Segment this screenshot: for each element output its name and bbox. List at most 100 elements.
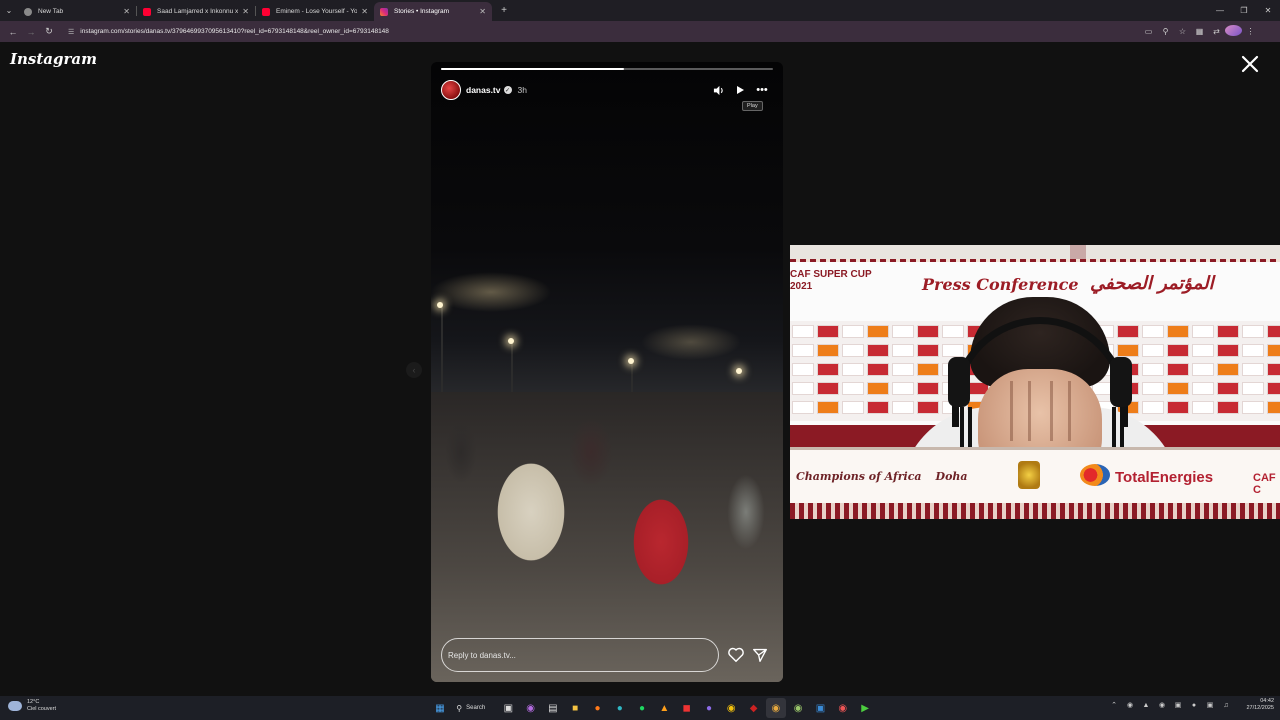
reply-input[interactable] — [441, 638, 719, 672]
tab-instagram-stories[interactable]: Stories • Instagram ✕ — [374, 2, 492, 21]
tab-search-icon[interactable]: ⌄ — [0, 0, 18, 21]
instagram-icon — [380, 7, 388, 16]
instagram-logo[interactable]: Instagram — [10, 50, 97, 68]
reply-field[interactable] — [448, 650, 718, 660]
sponsor-logo — [842, 382, 864, 395]
play-tooltip: Play — [742, 101, 763, 111]
close-tab-icon[interactable]: ✕ — [242, 7, 249, 16]
extensions-icon[interactable]: ▦ — [1191, 27, 1208, 36]
app-icon[interactable]: ◉ — [521, 698, 541, 718]
app-icon[interactable]: ◉ — [788, 698, 808, 718]
clock[interactable]: 04:42 27/12/2025 — [1240, 698, 1274, 712]
app-icon[interactable]: ▣ — [810, 698, 830, 718]
profile-avatar[interactable] — [1225, 25, 1242, 38]
sponsor-logo — [1192, 325, 1214, 338]
finger-line — [1028, 381, 1031, 441]
reload-icon[interactable]: ↻ — [40, 23, 58, 41]
app-icon[interactable]: ◉ — [833, 698, 853, 718]
sponsor-logo — [1267, 325, 1280, 338]
story-username[interactable]: danas.tv — [466, 85, 501, 95]
menu-kebab-icon[interactable]: ⋮ — [1242, 27, 1259, 36]
temperature: 12°C — [27, 699, 40, 705]
close-tab-icon[interactable]: ✕ — [479, 7, 486, 16]
sponsor-logo — [792, 363, 814, 376]
avatar[interactable] — [441, 80, 461, 100]
share-send-icon[interactable] — [751, 646, 769, 664]
press-conference-video[interactable]: CAF SUPER CUP 2021 Press Conference المؤ… — [790, 245, 1280, 519]
search-label: Search — [466, 705, 486, 711]
taskbar-search[interactable]: ⚲ Search — [452, 700, 494, 716]
like-heart-icon[interactable] — [727, 646, 745, 664]
downloads-icon[interactable]: ⇄ — [1208, 27, 1225, 36]
sponsor-logo — [1242, 344, 1264, 357]
close-tab-icon[interactable]: ✕ — [123, 7, 130, 16]
zoom-icon[interactable]: ⚲ — [1157, 27, 1174, 36]
sponsor-logo — [1192, 344, 1214, 357]
spotify-icon[interactable]: ● — [632, 698, 652, 718]
cast-icon[interactable]: ▭ — [1140, 27, 1157, 36]
app-icon[interactable]: ● — [699, 698, 719, 718]
minimize-icon[interactable]: — — [1208, 6, 1232, 15]
app-icon[interactable]: ▶ — [855, 698, 875, 718]
tray-app-icon[interactable]: ▲ — [1138, 702, 1154, 709]
edge-icon[interactable]: ● — [610, 698, 630, 718]
weather-condition: Ciel couvert — [27, 706, 57, 712]
tab-saad-lamjarred[interactable]: Saad Lamjarred x Inkonnu x Af… ✕ — [137, 2, 255, 21]
tray-app-icon[interactable]: ◉ — [1122, 701, 1138, 709]
chrome-icon[interactable]: ◉ — [721, 698, 741, 718]
chevron-up-icon[interactable]: ⌃ — [1106, 701, 1122, 709]
chrome-active-icon[interactable]: ◉ — [765, 698, 786, 718]
firefox-icon[interactable]: ● — [587, 698, 607, 718]
url-field[interactable]: ☰ instagram.com/stories/danas.tv/3796469… — [62, 24, 1134, 40]
sponsor-logo — [1217, 344, 1239, 357]
windows-taskbar: 12°C Ciel couvert ▦ ⚲ Search ▣ ◉ ▤ ■ ● ● … — [0, 696, 1280, 720]
microphone-icon[interactable]: ● — [1186, 702, 1202, 709]
champions-banner: Champions of Africa Doha — [796, 470, 968, 483]
forward-icon[interactable]: → — [22, 23, 40, 41]
super-cup-line2: 2021 — [790, 281, 813, 292]
tray-app-icon[interactable]: ◉ — [1154, 701, 1170, 709]
toolbar-right: ▭ ⚲ ☆ ▦ ⇄ ⋮ — [1140, 25, 1259, 38]
sponsor-logo — [817, 325, 839, 338]
volume-icon[interactable] — [707, 81, 729, 99]
file-explorer-icon[interactable]: ■ — [565, 698, 585, 718]
search-icon: ⚲ — [456, 703, 463, 713]
story-header: danas.tv ✓ 3h ••• — [441, 79, 773, 101]
tab-title: Eminem - Lose Yourself - YouTu… — [276, 8, 358, 15]
restore-icon[interactable]: ❐ — [1232, 6, 1256, 15]
taskbar-apps: ▦ ⚲ Search ▣ ◉ ▤ ■ ● ● ● ▲ ◼ ● ◉ ◆ ◉ ◉ ▣ … — [430, 698, 877, 718]
street-lamp — [508, 338, 514, 344]
tab-eminem[interactable]: Eminem - Lose Yourself - YouTu… ✕ — [256, 2, 374, 21]
app-icon[interactable]: ◼ — [677, 698, 697, 718]
previous-story-icon[interactable]: ‹ — [406, 362, 422, 378]
task-view-icon[interactable]: ▣ — [498, 698, 518, 718]
back-icon[interactable]: ← — [4, 23, 22, 41]
app-icon[interactable]: ◆ — [744, 698, 764, 718]
weather-widget[interactable]: 12°C Ciel couvert — [8, 699, 56, 713]
story-viewer[interactable]: danas.tv ✓ 3h ••• — [431, 62, 783, 682]
new-tab-button[interactable]: + — [496, 3, 512, 19]
sponsor-logo — [867, 325, 889, 338]
windows-start-icon[interactable]: ▦ — [430, 698, 450, 718]
network-icon[interactable]: ▣ — [1202, 701, 1218, 709]
tray-app-icon[interactable]: ▣ — [1170, 701, 1186, 709]
sponsor-logo — [1267, 363, 1280, 376]
volume-tray-icon[interactable]: ♫ — [1218, 702, 1234, 709]
totalenergies-logo — [1080, 464, 1110, 486]
close-tab-icon[interactable]: ✕ — [361, 7, 368, 16]
close-icon[interactable] — [1240, 54, 1260, 74]
site-info-icon[interactable]: ☰ — [68, 28, 74, 36]
sponsor-logo — [1267, 344, 1280, 357]
sponsor-logo — [1242, 325, 1264, 338]
super-cup-line1: CAF SUPER CUP — [790, 269, 872, 280]
more-options-icon[interactable]: ••• — [751, 81, 773, 99]
app-icon[interactable]: ▤ — [543, 698, 563, 718]
close-window-icon[interactable]: ✕ — [1256, 6, 1280, 15]
play-icon[interactable] — [729, 81, 751, 99]
bookmark-star-icon[interactable]: ☆ — [1174, 27, 1191, 36]
tab-new-tab[interactable]: New Tab ✕ — [18, 2, 136, 21]
sponsor-logo — [867, 344, 889, 357]
finger-line — [1068, 381, 1071, 441]
table-stripe — [790, 503, 1280, 519]
app-icon[interactable]: ▲ — [654, 698, 674, 718]
